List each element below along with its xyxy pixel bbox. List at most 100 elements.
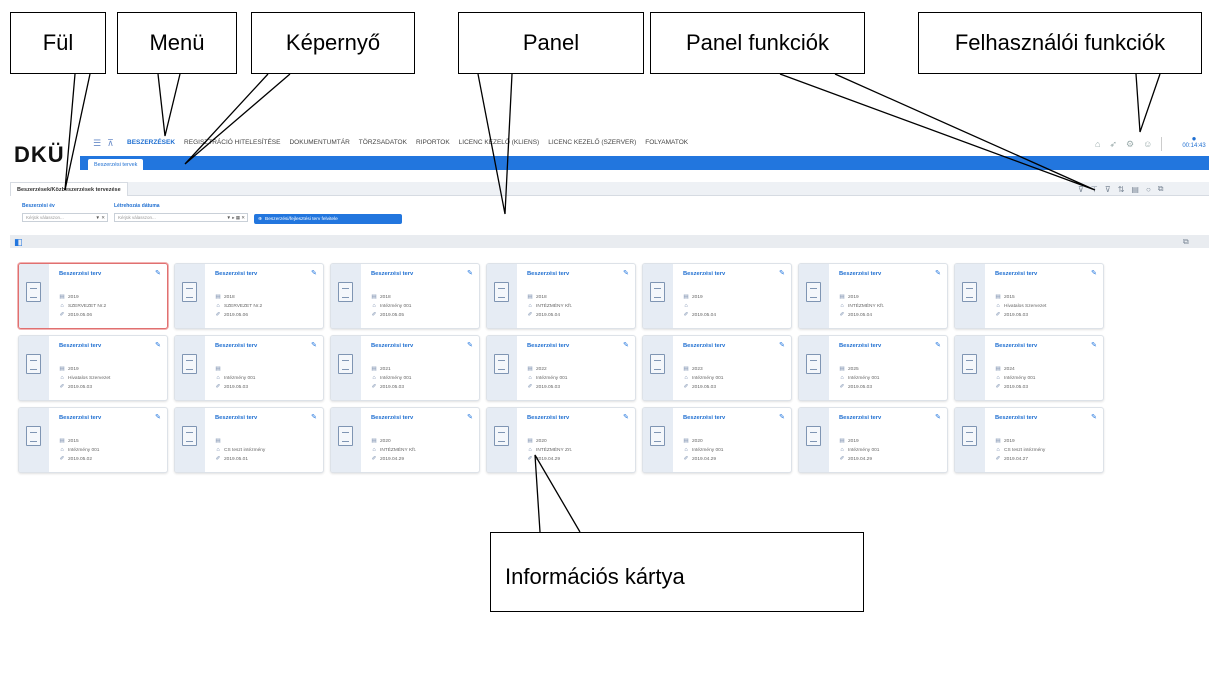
info-card[interactable]: Beszerzési terv ✎ ▤ 2019 ⌂ INTÉZMÉNY Kft. ✐ 201… bbox=[798, 263, 948, 329]
info-card[interactable]: Beszerzési terv ✎ ▤ 2019 ⌂ SZERVEZET Nr.2 ✐ 201… bbox=[18, 263, 168, 329]
select-all-icon[interactable]: ◧ bbox=[14, 237, 23, 248]
edit-icon[interactable]: ✎ bbox=[467, 341, 473, 349]
menu-item-registration[interactable]: REGISZTRÁCIÓ HITELESÍTÉSE bbox=[184, 139, 280, 146]
edit-icon[interactable]: ✎ bbox=[155, 269, 161, 277]
edit-icon[interactable]: ✎ bbox=[311, 341, 317, 349]
info-card[interactable]: Beszerzési terv ✎ ▤ 2024 ⌂ Intézmény 001 ✐ 2019… bbox=[954, 335, 1104, 401]
home-icon[interactable]: ⌂ bbox=[1095, 139, 1100, 149]
edit-icon[interactable]: ✎ bbox=[623, 341, 629, 349]
card-title[interactable]: Beszerzési terv bbox=[371, 343, 413, 349]
edit-icon[interactable]: ✎ bbox=[311, 413, 317, 421]
edit-icon[interactable]: ✎ bbox=[935, 341, 941, 349]
card-title[interactable]: Beszerzési terv bbox=[683, 271, 725, 277]
filter-settings-icon[interactable]: ⊽ bbox=[1105, 185, 1111, 194]
export-icon[interactable]: ⧉ bbox=[1158, 184, 1164, 194]
menu-item-processes[interactable]: FOLYAMATOK bbox=[645, 139, 688, 146]
menu-item-document-store[interactable]: DOKUMENTUMTÁR bbox=[289, 139, 349, 146]
tab-strip bbox=[10, 182, 1209, 196]
edit-icon[interactable]: ✎ bbox=[1091, 341, 1097, 349]
edit-icon[interactable]: ✎ bbox=[155, 413, 161, 421]
card-org: Intézmény 001 bbox=[848, 447, 880, 453]
edit-icon[interactable]: ✎ bbox=[623, 269, 629, 277]
info-card[interactable]: Beszerzési terv ✎ ▤ 2023 ⌂ Intézmény 001 ✐ 2019… bbox=[642, 335, 792, 401]
info-card[interactable]: Beszerzési terv ✎ ▤ 2021 ⌂ Intézmény 001 ✐ 2019… bbox=[330, 335, 480, 401]
menu-item-master-data[interactable]: TÖRZSADATOK bbox=[359, 139, 407, 146]
edit-icon[interactable]: ✎ bbox=[1091, 413, 1097, 421]
card-year-row: ▤ 2020 bbox=[371, 438, 390, 444]
card-title[interactable]: Beszerzési terv bbox=[527, 343, 569, 349]
info-card[interactable]: Beszerzési terv ✎ ▤ 2019 ⌂ Intézmény 001 ✐ 2019… bbox=[798, 407, 948, 473]
card-title[interactable]: Beszerzési terv bbox=[527, 415, 569, 421]
user-avatar-icon[interactable]: ● bbox=[1181, 134, 1207, 143]
organization-icon: ⌂ bbox=[372, 447, 376, 453]
card-title[interactable]: Beszerzési terv bbox=[995, 415, 1037, 421]
info-card[interactable]: Beszerzési terv ✎ ▤ 2018 ⌂ SZERVEZET Nr.2 ✐ 201… bbox=[174, 263, 324, 329]
card-title[interactable]: Beszerzési terv bbox=[371, 271, 413, 277]
card-title[interactable]: Beszerzési terv bbox=[683, 343, 725, 349]
info-card[interactable]: Beszerzési terv ✎ ▤ 2018 ⌂ Intézmény 001 ✐ 2019… bbox=[330, 263, 480, 329]
tab-procurement-planning[interactable]: Beszerzések/Közbeszerzések tervezése bbox=[10, 182, 128, 196]
info-card[interactable]: Beszerzési terv ✎ ▤ ⌂ CS teszt intézmény ✐ 201… bbox=[174, 407, 324, 473]
filter-clear-icon[interactable]: ⊽ bbox=[1078, 185, 1084, 194]
info-card[interactable]: Beszerzési terv ✎ ▤ 2019 ⌂ ✐ 2019.05.04 bbox=[642, 263, 792, 329]
menu-icon[interactable]: ☰ bbox=[93, 138, 101, 149]
refresh-icon[interactable]: ○ bbox=[1146, 185, 1151, 194]
info-card[interactable]: Beszerzési terv ✎ ▤ 2022 ⌂ Intézmény 001 ✐ 2019… bbox=[486, 335, 636, 401]
edit-icon[interactable]: ✎ bbox=[623, 413, 629, 421]
menu-item-procurement[interactable]: BESZERZÉSEK bbox=[127, 139, 175, 146]
filter-year-select[interactable]: Kérjük válasszon... ▼ ✕ bbox=[22, 213, 108, 222]
edit-icon[interactable]: ✎ bbox=[779, 341, 785, 349]
edit-icon[interactable]: ✎ bbox=[311, 269, 317, 277]
edit-icon[interactable]: ✎ bbox=[467, 269, 473, 277]
card-title[interactable]: Beszerzési terv bbox=[683, 415, 725, 421]
filter-icon[interactable]: ⊤ bbox=[1091, 185, 1098, 194]
screen-tab-procurement-plans[interactable]: Beszerzési tervek bbox=[88, 159, 144, 170]
info-card[interactable]: Beszerzési terv ✎ ▤ 2015 ⌂ Hivatalos Szerveze… bbox=[954, 263, 1104, 329]
info-card[interactable]: Beszerzési terv ✎ ▤ 2020 ⌂ Intézmény 001 ✐ 2019… bbox=[642, 407, 792, 473]
card-title[interactable]: Beszerzési terv bbox=[995, 343, 1037, 349]
tree-icon[interactable]: ⊼ bbox=[107, 138, 114, 149]
menu-item-license-client[interactable]: LICENC KEZELŐ (KLIENS) bbox=[459, 139, 540, 146]
info-card[interactable]: Beszerzési terv ✎ ▤ 2015 ⌂ Intézmény 001 ✐ 2019… bbox=[18, 407, 168, 473]
edit-icon[interactable]: ✎ bbox=[467, 413, 473, 421]
card-title[interactable]: Beszerzési terv bbox=[215, 343, 257, 349]
card-title[interactable]: Beszerzési terv bbox=[59, 271, 101, 277]
card-title[interactable]: Beszerzési terv bbox=[371, 415, 413, 421]
info-card[interactable]: Beszerzési terv ✎ ▤ 2025 ⌂ Intézmény 001 ✐ 2019… bbox=[798, 335, 948, 401]
info-card[interactable]: Beszerzési terv ✎ ▤ 2019 ⌂ Hivatalos Szerveze… bbox=[18, 335, 168, 401]
collapse-icon[interactable]: ⧉ bbox=[1183, 237, 1189, 247]
card-title[interactable]: Beszerzési terv bbox=[839, 343, 881, 349]
card-title[interactable]: Beszerzési terv bbox=[215, 271, 257, 277]
edit-icon[interactable]: ✎ bbox=[935, 269, 941, 277]
menu-item-reports[interactable]: RIPORTOK bbox=[416, 139, 450, 146]
edit-icon[interactable]: ✎ bbox=[155, 341, 161, 349]
sort-icon[interactable]: ⇅ bbox=[1118, 185, 1125, 194]
card-title[interactable]: Beszerzési terv bbox=[215, 415, 257, 421]
card-title[interactable]: Beszerzési terv bbox=[839, 271, 881, 277]
filter-date-select[interactable]: Kérjük válasszon... ▼ ▸ ▦ ✕ bbox=[114, 213, 248, 222]
send-icon[interactable]: ➶ bbox=[1109, 139, 1117, 150]
info-card[interactable]: Beszerzési terv ✎ ▤ ⌂ Intézmény 001 ✐ 2019.05.… bbox=[174, 335, 324, 401]
card-title[interactable]: Beszerzési terv bbox=[59, 343, 101, 349]
info-card[interactable]: Beszerzési terv ✎ ▤ 2018 ⌂ INTÉZMÉNY Kft. ✐ 201… bbox=[486, 263, 636, 329]
card-title[interactable]: Beszerzési terv bbox=[59, 415, 101, 421]
calendar-icon[interactable]: ▼ ▸ ▦ ✕ bbox=[227, 215, 248, 221]
card-year-row: ▤ 2024 bbox=[995, 366, 1014, 372]
info-card[interactable]: Beszerzési terv ✎ ▤ 2020 ⌂ INTÉZMÉNY Kft. ✐ 201… bbox=[330, 407, 480, 473]
card-title[interactable]: Beszerzési terv bbox=[995, 271, 1037, 277]
user-icon[interactable]: ☺ bbox=[1143, 139, 1152, 149]
list-view-icon[interactable]: ▤ bbox=[1131, 185, 1139, 194]
edit-icon[interactable]: ✎ bbox=[779, 269, 785, 277]
info-card[interactable]: Beszerzési terv ✎ ▤ 2020 ⌂ INTÉZMÉNY Zrt. ✐ 201… bbox=[486, 407, 636, 473]
settings-icon[interactable]: ⚙ bbox=[1126, 139, 1134, 150]
card-year-row: ▤ 2020 bbox=[527, 438, 546, 444]
edit-icon[interactable]: ✎ bbox=[1091, 269, 1097, 277]
edit-icon[interactable]: ✎ bbox=[779, 413, 785, 421]
info-card[interactable]: Beszerzési terv ✎ ▤ 2019 ⌂ CS teszt intézmény… bbox=[954, 407, 1104, 473]
add-plan-button[interactable]: ⊕ Beszerzési/fejlesztési terv felvitele bbox=[254, 214, 402, 224]
edit-icon[interactable]: ✎ bbox=[935, 413, 941, 421]
menu-item-license-server[interactable]: LICENC KEZELŐ (SZERVER) bbox=[548, 139, 636, 146]
chevron-down-icon[interactable]: ▼ ✕ bbox=[96, 215, 107, 221]
card-title[interactable]: Beszerzési terv bbox=[527, 271, 569, 277]
card-title[interactable]: Beszerzési terv bbox=[839, 415, 881, 421]
